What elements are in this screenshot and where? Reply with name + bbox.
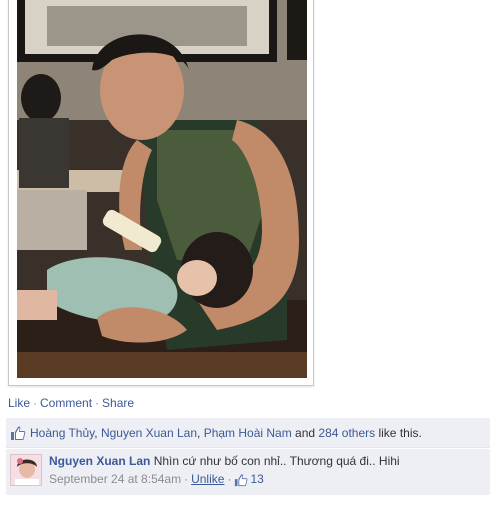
liker-link[interactable]: Hoàng Thủy [30, 426, 94, 440]
likes-text: Hoàng Thủy, Nguyen Xuan Lan, Phạm Hoài N… [30, 425, 422, 440]
thumbs-up-icon [235, 473, 248, 486]
others-link[interactable]: 284 others [318, 426, 375, 440]
photo-image [17, 0, 307, 378]
comment-text: Nhìn cứ như bố con nhỉ.. Thương quá đi..… [153, 454, 400, 468]
liker-link[interactable]: Phạm Hoài Nam [204, 426, 292, 440]
feedback-panel: Hoàng Thủy, Nguyen Xuan Lan, Phạm Hoài N… [6, 418, 490, 495]
post-photo[interactable] [17, 0, 307, 378]
comment-body: Nguyen Xuan Lan Nhìn cứ như bố con nhỉ..… [49, 454, 400, 487]
share-link[interactable]: Share [102, 396, 134, 410]
avatar[interactable] [10, 454, 42, 486]
post-actions: Like · Comment · Share [8, 396, 134, 410]
comment-item: Nguyen Xuan Lan Nhìn cứ như bố con nhỉ..… [6, 449, 490, 495]
unlike-link[interactable]: Unlike [191, 472, 224, 487]
thumbs-up-icon [11, 425, 26, 440]
likes-summary: Hoàng Thủy, Nguyen Xuan Lan, Phạm Hoài N… [6, 418, 490, 448]
separator: · [95, 396, 100, 410]
comment-like-count[interactable]: 13 [250, 472, 263, 487]
comment-link[interactable]: Comment [40, 396, 92, 410]
photo-frame [8, 0, 314, 386]
comment-meta: September 24 at 8:54am · Unlike · 13 [49, 472, 264, 487]
avatar-image [11, 455, 41, 485]
liker-link[interactable]: Nguyen Xuan Lan [101, 426, 197, 440]
comment-author-link[interactable]: Nguyen Xuan Lan [49, 454, 150, 468]
comment-timestamp[interactable]: September 24 at 8:54am [49, 472, 181, 487]
like-link[interactable]: Like [8, 396, 30, 410]
separator: · [33, 396, 38, 410]
